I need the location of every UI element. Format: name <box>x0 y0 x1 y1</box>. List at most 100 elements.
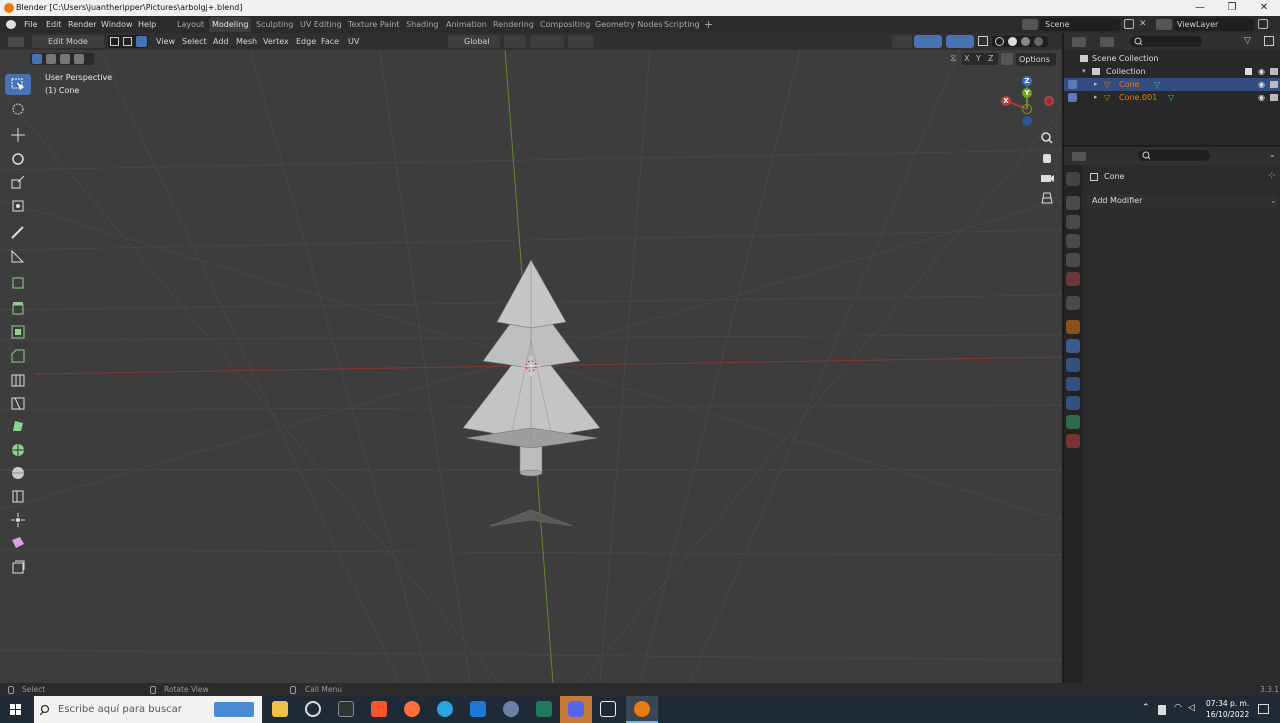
pan-hand-icon[interactable] <box>1037 148 1057 168</box>
wireframe-shading-icon[interactable] <box>995 37 1004 46</box>
tool-spin[interactable] <box>5 439 31 460</box>
mode-dropdown[interactable]: Edit Mode <box>32 35 104 48</box>
tool-cursor[interactable] <box>5 98 31 119</box>
scene-name-field[interactable]: Scene <box>1040 18 1120 31</box>
auto-merge-icon[interactable] <box>1001 53 1013 65</box>
menu-face[interactable]: Face <box>321 33 339 50</box>
tab-animation[interactable]: Animation <box>443 17 490 32</box>
tab-sculpting[interactable]: Sculpting <box>253 17 296 32</box>
discord-active-tile[interactable] <box>560 696 592 723</box>
add-modifier-dropdown[interactable]: Add Modifier <box>1086 194 1278 208</box>
collection-tab-icon[interactable] <box>1066 296 1080 310</box>
collapse-arrow-icon[interactable]: ▾ <box>1082 65 1086 78</box>
remove-scene-icon[interactable]: ✕ <box>1139 19 1149 29</box>
tool-inset[interactable] <box>5 321 31 342</box>
gizmo-toggle-icon[interactable] <box>914 35 942 48</box>
outliner-search-input[interactable] <box>1130 36 1202 47</box>
select-new-icon[interactable] <box>32 54 42 64</box>
menu-help[interactable]: Help <box>138 16 156 33</box>
options-dropdown[interactable]: Options <box>1016 53 1056 66</box>
select-subtract-icon[interactable] <box>60 54 70 64</box>
tab-layout[interactable]: Layout <box>174 17 207 32</box>
mirror-x-button[interactable]: X <box>964 53 969 65</box>
menu-render[interactable]: Render <box>68 16 96 33</box>
battery-icon[interactable] <box>1158 705 1166 715</box>
firefox-icon[interactable] <box>404 701 420 717</box>
particles-tab-icon[interactable] <box>1066 358 1080 372</box>
object-tab-icon[interactable] <box>1066 320 1080 334</box>
material-shading-icon[interactable] <box>1021 37 1030 46</box>
menu-mesh[interactable]: Mesh <box>236 33 257 50</box>
brave-icon[interactable] <box>371 701 387 717</box>
menu-window[interactable]: Window <box>101 16 133 33</box>
clock-time[interactable]: 07:34 p. m. <box>1206 699 1249 708</box>
rendered-shading-icon[interactable] <box>1034 37 1043 46</box>
render-camera-icon[interactable] <box>1270 68 1278 75</box>
edit-mode-icon[interactable] <box>1068 93 1077 102</box>
outliner-row-collection[interactable]: ▾ Collection ◉ <box>1064 65 1280 78</box>
proportional-edit-icon[interactable] <box>568 35 594 48</box>
tool-bevel[interactable] <box>5 345 31 366</box>
volume-icon[interactable]: ◁ <box>1188 703 1195 713</box>
pin-icon[interactable]: ⊹ <box>1268 171 1276 181</box>
mirror-z-button[interactable]: Z <box>988 53 993 65</box>
face-select-icon[interactable] <box>136 36 147 47</box>
scene-browse-icon[interactable] <box>1022 19 1038 30</box>
menu-vertex[interactable]: Vertex <box>263 33 289 50</box>
outliner-editor-type-icon[interactable] <box>1072 37 1086 47</box>
select-extend-icon[interactable] <box>46 54 56 64</box>
render-camera-icon[interactable] <box>1270 81 1278 88</box>
tool-knife[interactable] <box>5 392 31 413</box>
view-layer-icon[interactable] <box>1156 19 1172 30</box>
tray-chevron-icon[interactable]: ⌃ <box>1142 703 1150 713</box>
tool-measure[interactable] <box>5 245 31 266</box>
properties-editor-type-icon[interactable] <box>1072 152 1086 161</box>
tool-add-cube[interactable] <box>5 271 31 292</box>
tool-move[interactable] <box>5 124 31 145</box>
tool-extrude[interactable] <box>5 297 31 318</box>
mirror-y-button[interactable]: Y <box>976 53 981 65</box>
render-camera-icon[interactable] <box>1270 94 1278 101</box>
xray-icon[interactable] <box>978 36 988 46</box>
tab-shading[interactable]: Shading <box>403 17 442 32</box>
blender-menu-icon[interactable] <box>6 20 16 29</box>
taskbar-search-box[interactable]: Escribe aquí para buscar <box>34 696 262 723</box>
menu-view[interactable]: View <box>156 33 175 50</box>
menu-add[interactable]: Add <box>213 33 229 50</box>
epic-games-icon[interactable] <box>338 701 354 717</box>
tool-rotate[interactable] <box>5 148 31 169</box>
windows-start-icon[interactable] <box>10 704 22 716</box>
tool-loop-cut[interactable] <box>5 369 31 390</box>
wifi-icon[interactable]: ◠ <box>1174 703 1182 713</box>
tool-edge-slide[interactable] <box>5 485 31 506</box>
tab-geometry-nodes[interactable]: Geometry Nodes <box>592 17 665 32</box>
visibility-eye-icon[interactable]: ◉ <box>1258 78 1265 91</box>
expand-arrow-icon[interactable]: ▸ <box>1094 78 1098 91</box>
new-scene-icon[interactable] <box>1124 19 1134 29</box>
tab-compositing[interactable]: Compositing <box>537 17 593 32</box>
tool-select-box[interactable] <box>5 74 31 95</box>
data-tab-icon[interactable] <box>1066 415 1080 429</box>
view-layer-tab-icon[interactable] <box>1066 234 1080 248</box>
maximize-button[interactable]: ❐ <box>1216 0 1248 16</box>
outliner-row-cone-001[interactable]: ▸ ▽ Cone.001 ▽ ◉ <box>1064 91 1280 104</box>
physics-tab-icon[interactable] <box>1066 377 1080 391</box>
options-chevron-icon[interactable]: ⌄ <box>1269 150 1276 159</box>
tool-poly-build[interactable] <box>5 415 31 436</box>
menu-edge[interactable]: Edge <box>296 33 316 50</box>
gizmo-x-axis[interactable]: X <box>1001 96 1011 106</box>
edge-select-icon[interactable] <box>123 37 132 46</box>
expand-arrow-icon[interactable]: ▸ <box>1094 91 1098 104</box>
minimize-button[interactable]: — <box>1184 0 1216 16</box>
grid-app-icon[interactable] <box>470 701 486 717</box>
menu-uv[interactable]: UV <box>348 33 359 50</box>
perspective-toggle-icon[interactable] <box>1037 188 1057 208</box>
tool-transform[interactable] <box>5 195 31 216</box>
display-mode-icon[interactable] <box>1100 37 1114 47</box>
game-app-icon[interactable] <box>536 701 552 717</box>
exclude-checkbox[interactable] <box>1245 68 1252 75</box>
modifier-tab-icon[interactable] <box>1066 339 1080 353</box>
settings-app-icon[interactable] <box>503 701 519 717</box>
tool-shear[interactable] <box>5 532 31 553</box>
edit-mode-icon[interactable] <box>1068 80 1077 89</box>
